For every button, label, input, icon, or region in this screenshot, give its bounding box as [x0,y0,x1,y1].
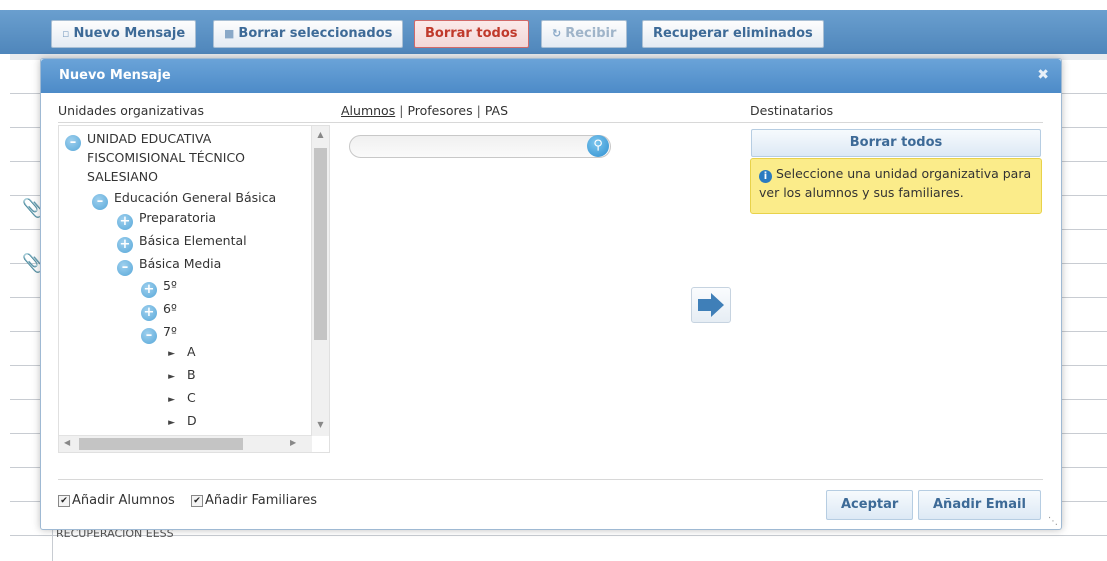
tree-leaf[interactable]: ► A [165,343,196,363]
recipient-type-tabs: Alumnos | Profesores | PAS [341,103,508,118]
collapse-icon[interactable]: – [65,135,81,151]
tree-node-label: 6º [163,301,177,316]
collapse-icon[interactable]: – [92,194,108,210]
add-families-checkbox[interactable]: ✔ Añadir Familiares [191,493,317,508]
collapse-icon[interactable]: – [117,260,133,276]
tree-leaf[interactable]: ► D [165,412,197,432]
receive-label: Recibir [565,26,617,41]
search-input[interactable] [349,135,611,158]
tree-leaf-label: D [187,413,197,428]
org-units-header: Unidades organizativas [58,103,204,118]
tree-node[interactable]: –7º [141,323,177,344]
add-recipients-button[interactable] [691,287,731,323]
org-unit-tree: – UNIDAD EDUCATIVA FISCOMISIONAL TÉCNICO … [58,125,330,453]
tree-vertical-scrollbar[interactable]: ▲ ▼ [311,126,329,436]
delete-all-button[interactable]: Borrar todos [414,20,529,48]
collapse-icon[interactable]: – [141,328,157,344]
scroll-right-icon[interactable]: ▶ [290,438,296,447]
add-students-checkbox[interactable]: ✔ Añadir Alumnos [58,493,175,508]
tree-node-label: Básica Elemental [139,233,247,248]
tree-node-label-cont: FISCOMISIONAL TÉCNICO [87,150,246,165]
leaf-arrow-icon: ► [168,418,175,428]
tree-leaf[interactable]: ► B [165,366,196,386]
info-icon: i [759,170,772,183]
add-students-label: Añadir Alumnos [72,493,175,508]
recover-deleted-label: Recuperar eliminados [653,26,813,41]
add-email-button[interactable]: Añadir Email [918,490,1041,520]
arrow-right-icon [698,293,724,317]
search-icon[interactable]: ⚲ [587,135,609,157]
tree-node[interactable]: + Básica Elemental [117,232,247,253]
tree-node-label: 5º [163,278,177,293]
scroll-left-icon[interactable]: ◀ [64,438,70,447]
recover-deleted-button[interactable]: Recuperar eliminados [642,20,824,48]
close-icon[interactable]: ✖ [1037,67,1049,83]
tree-node-label: Básica Media [139,256,222,271]
tab-separator: | [476,103,481,118]
info-text: Seleccione una unidad organizativa para … [759,166,1032,200]
clear-recipients-button[interactable]: Borrar todos [751,129,1041,157]
accept-button[interactable]: Aceptar [826,490,914,520]
recipients-header: Destinatarios [750,103,834,118]
info-message: i Seleccione una unidad organizativa para… [750,158,1042,214]
tree-node-label: 7º [163,324,177,339]
tab-profesores[interactable]: Profesores [407,103,472,118]
tree-node[interactable]: – UNIDAD EDUCATIVA [65,130,211,151]
scroll-up-icon[interactable]: ▲ [314,130,327,139]
scroll-down-icon[interactable]: ▼ [314,420,327,429]
tab-separator: | [399,103,404,118]
expand-icon[interactable]: + [117,237,133,253]
tab-pas[interactable]: PAS [485,103,508,118]
leaf-arrow-icon: ► [168,395,175,405]
trash-icon: ■ [224,27,235,40]
checkbox-checked-icon[interactable]: ✔ [58,495,70,507]
new-message-button[interactable]: ▫ Nuevo Mensaje [51,20,197,48]
header-divider [58,122,1043,123]
tree-node[interactable]: – Básica Media [117,255,221,276]
delete-selected-button[interactable]: ■ Borrar seleccionados [213,20,404,48]
expand-icon[interactable]: + [141,282,157,298]
tree-node[interactable]: +5º [141,277,177,298]
delete-selected-label: Borrar seleccionados [238,26,393,41]
receive-button[interactable]: ↻ Recibir [541,20,628,48]
tree-node[interactable]: +6º [141,300,177,321]
tree-node[interactable]: + Preparatoria [117,209,216,230]
tree-leaf-label: A [187,344,196,359]
tab-alumnos[interactable]: Alumnos [341,103,395,118]
checkbox-checked-icon[interactable]: ✔ [191,495,203,507]
tree-node-label: Educación General Básica [114,190,277,205]
tree-leaf-label: B [187,367,196,382]
footer-divider [58,479,1043,480]
refresh-icon: ↻ [552,27,562,40]
new-message-label: Nuevo Mensaje [73,26,186,41]
tree-leaf[interactable]: ► C [165,389,196,409]
tree-node-label-cont: SALESIANO [87,169,158,184]
tree-horizontal-scrollbar[interactable]: ◀ ▶ [59,435,312,452]
resize-handle-icon[interactable]: ⋱ [1048,516,1058,527]
new-message-dialog: Nuevo Mensaje ✖ Unidades organizativas A… [40,58,1062,530]
scroll-thumb[interactable] [79,438,243,450]
dialog-titlebar[interactable]: Nuevo Mensaje ✖ [41,59,1061,93]
expand-icon[interactable]: + [141,305,157,321]
tree-node-label: UNIDAD EDUCATIVA [87,131,212,146]
delete-all-label: Borrar todos [425,26,518,41]
dialog-title: Nuevo Mensaje [59,68,171,83]
add-families-label: Añadir Familiares [205,493,317,508]
scroll-thumb[interactable] [314,148,327,340]
tree-node[interactable]: – Educación General Básica [92,189,276,210]
tree-node-label: Preparatoria [139,210,217,225]
document-icon: ▫ [62,27,70,40]
expand-icon[interactable]: + [117,214,133,230]
leaf-arrow-icon: ► [168,349,175,359]
leaf-arrow-icon: ► [168,372,175,382]
tree-leaf-label: C [187,390,196,405]
